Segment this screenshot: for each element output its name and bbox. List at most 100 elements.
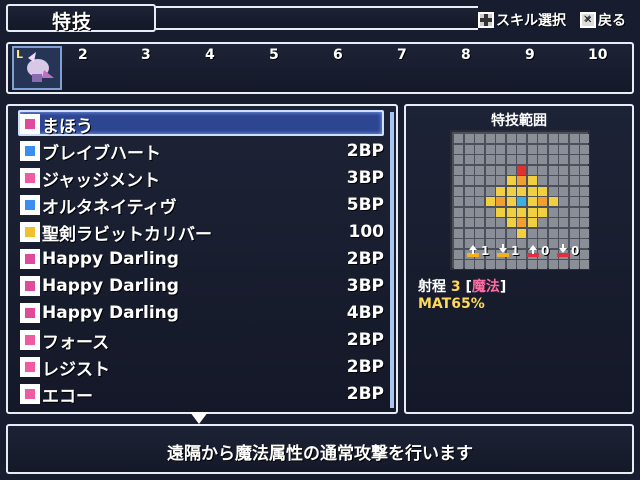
header-bar xyxy=(156,6,478,30)
grid-cell xyxy=(559,207,568,217)
grid-cell xyxy=(569,134,579,143)
skill-cost: 2BP xyxy=(346,141,384,161)
skill-name: ジャッジメント xyxy=(42,170,161,191)
dpad-icon xyxy=(478,12,494,28)
grid-cell xyxy=(580,207,589,217)
scrollbar[interactable] xyxy=(390,112,394,408)
grid-cell xyxy=(580,228,589,238)
grid-cell xyxy=(496,207,505,217)
skill-cost: 4BP xyxy=(346,303,384,323)
skill-row[interactable]: フォース 2BP xyxy=(20,327,384,353)
skill-name: まほう xyxy=(42,116,93,137)
grid-cell xyxy=(517,228,526,238)
skill-name: Happy Darling xyxy=(42,276,179,296)
grid-cell xyxy=(496,144,505,154)
grid-cell xyxy=(454,165,463,175)
skill-row[interactable]: オルタネイティヴ 5BP xyxy=(20,192,384,218)
target-ally-arrow-icon xyxy=(466,244,480,258)
skill-cost: 2BP xyxy=(346,357,384,377)
skill-description: 遠隔から魔法属性の通常攻撃を行います xyxy=(167,444,473,464)
grid-cell xyxy=(569,155,579,164)
grid-cell xyxy=(464,197,474,206)
grid-cell xyxy=(454,218,463,227)
grid-cell xyxy=(559,218,568,227)
grid-cell xyxy=(454,186,463,196)
grid-cell xyxy=(527,260,537,269)
grid-cell xyxy=(506,197,516,206)
grid-cell xyxy=(527,186,537,196)
grid-cell xyxy=(538,176,547,185)
grid-cell xyxy=(548,228,558,238)
grid-cell xyxy=(464,260,474,269)
grid-cell xyxy=(538,260,547,269)
skill-select-hint[interactable]: スキル選択 xyxy=(478,10,566,30)
grid-cell xyxy=(506,218,516,227)
back-hint[interactable]: ✕ 戻る xyxy=(580,10,626,30)
grid-cell xyxy=(517,134,526,143)
grid-cell xyxy=(496,228,505,238)
vo-icon xyxy=(20,330,40,350)
skill-cost: 2BP xyxy=(346,249,384,269)
grid-cell xyxy=(527,228,537,238)
party-slot-2[interactable]: 2 xyxy=(78,47,88,63)
grid-cell xyxy=(580,176,589,185)
skill-row[interactable]: Happy Darling 3BP xyxy=(20,273,384,299)
party-slot-6[interactable]: 6 xyxy=(333,47,343,63)
party-slot-9[interactable]: 9 xyxy=(525,47,535,63)
skill-row[interactable]: Happy Darling 4BP xyxy=(20,300,384,326)
grid-cell xyxy=(506,186,516,196)
scroll-down-arrow-icon[interactable] xyxy=(190,412,208,424)
skill-name: ブレイブハート xyxy=(42,143,161,164)
skill-row[interactable]: レジスト 2BP xyxy=(20,354,384,380)
grid-cell xyxy=(506,260,516,269)
grid-cell xyxy=(580,186,589,196)
grid-cell xyxy=(559,197,568,206)
pink-square-icon xyxy=(20,168,40,188)
party-slot-10[interactable]: 10 xyxy=(588,47,607,63)
legend-value-2: 1 xyxy=(511,244,520,258)
grid-cell xyxy=(538,228,547,238)
skill-cost: 3BP xyxy=(346,168,384,188)
skill-row[interactable]: ジャッジメント 3BP xyxy=(20,165,384,191)
grid-cell xyxy=(464,218,474,227)
grid-cell xyxy=(475,176,484,185)
character-portrait[interactable]: L xyxy=(12,46,62,90)
description-box: 遠隔から魔法属性の通常攻撃を行います xyxy=(6,424,634,474)
grid-cell xyxy=(580,260,589,269)
grid-cell xyxy=(454,176,463,185)
grid-cell xyxy=(580,134,589,143)
skill-row-selected[interactable]: まほう xyxy=(20,111,384,137)
legend-item-3: 0 xyxy=(526,244,549,258)
grid-cell xyxy=(475,228,484,238)
party-slot-7[interactable]: 7 xyxy=(397,47,407,63)
grid-cell xyxy=(517,207,526,217)
skill-name: 聖剣ラビットカリバー xyxy=(42,224,212,245)
skill-name: エコー xyxy=(42,386,93,407)
party-slot-3[interactable]: 3 xyxy=(141,47,151,63)
grid-cell xyxy=(517,144,526,154)
grid-cell xyxy=(559,228,568,238)
grid-cell xyxy=(569,260,579,269)
grid-cell xyxy=(580,165,589,175)
party-slot-4[interactable]: 4 xyxy=(205,47,215,63)
grid-cell xyxy=(538,207,547,217)
grid-cell xyxy=(485,144,495,154)
grid-cell xyxy=(485,186,495,196)
grid-cell xyxy=(580,155,589,164)
range-line: 射程 3 [魔法] xyxy=(418,276,506,296)
party-slot-5[interactable]: 5 xyxy=(269,47,279,63)
grid-cell xyxy=(475,207,484,217)
grid-cell xyxy=(464,228,474,238)
grid-cell xyxy=(548,134,558,143)
grid-cell xyxy=(454,239,463,248)
menu-title-tab: 特技 xyxy=(6,4,156,33)
skill-row[interactable]: Happy Darling 2BP xyxy=(20,246,384,272)
skill-row[interactable]: 聖剣ラビットカリバー 100 xyxy=(20,219,384,245)
grid-cell xyxy=(496,260,505,269)
vo-icon xyxy=(20,357,40,377)
skill-row[interactable]: ブレイブハート 2BP xyxy=(20,138,384,164)
grid-cell xyxy=(517,176,526,185)
party-slot-8[interactable]: 8 xyxy=(461,47,471,63)
skill-row[interactable]: エコー 2BP xyxy=(20,381,384,407)
grid-cell xyxy=(538,155,547,164)
